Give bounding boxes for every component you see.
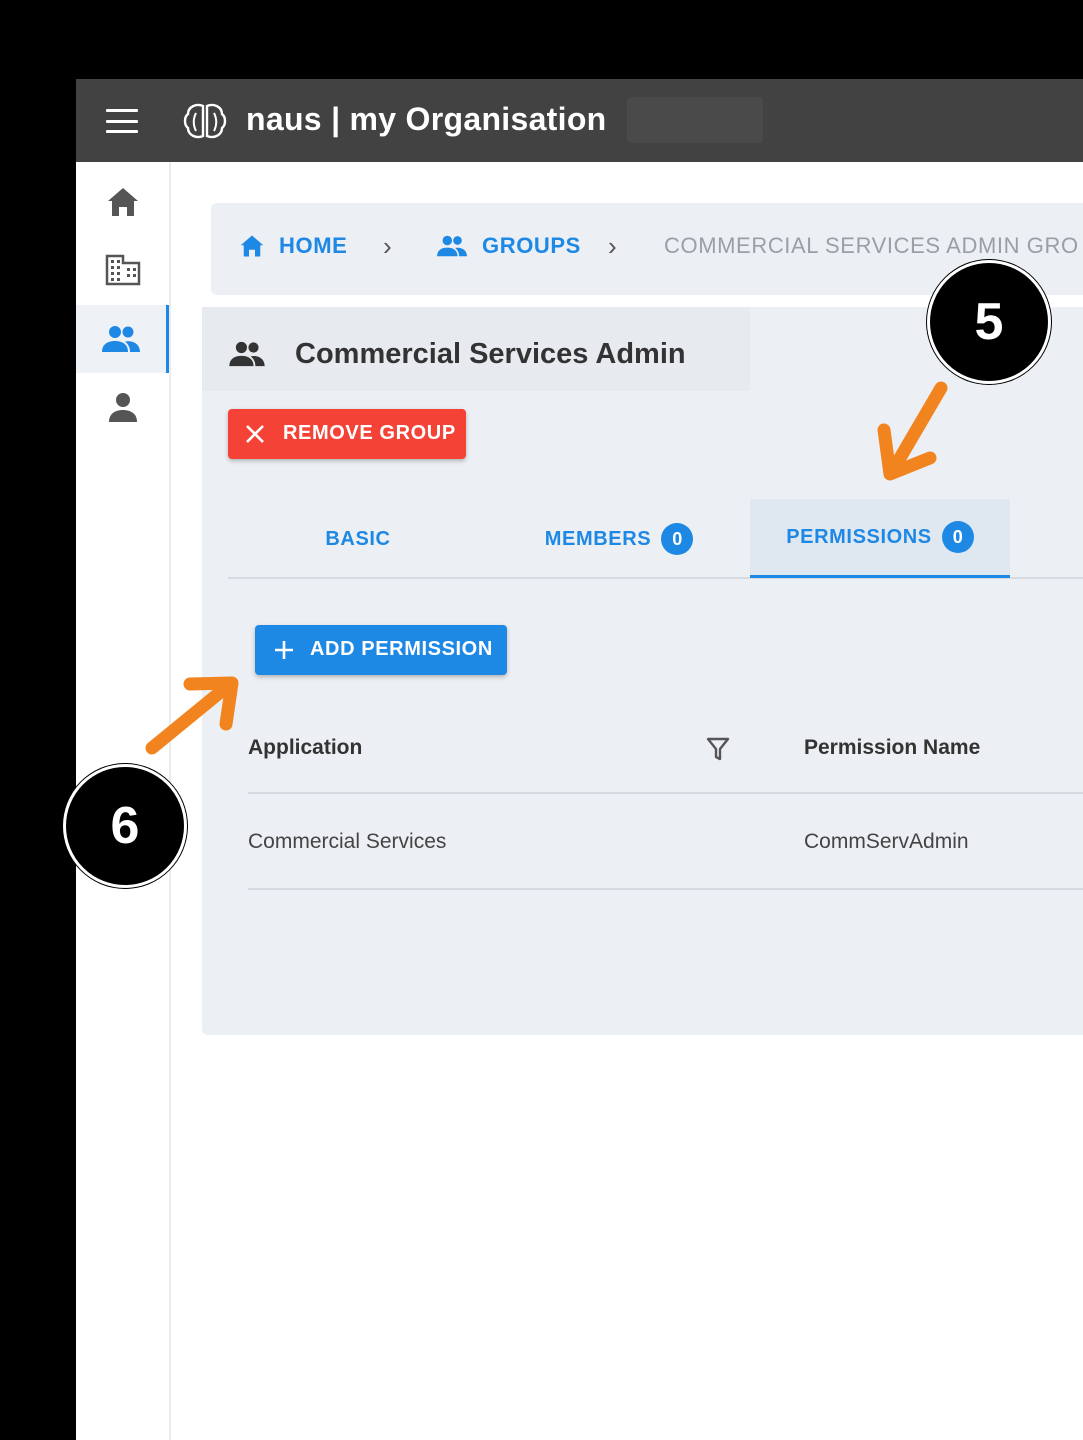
annotation-arrows <box>145 381 948 755</box>
arrow-to-permissions-tab <box>877 381 948 481</box>
annotation-step-6: 6 <box>63 764 187 888</box>
device-frame: naus | my Organisation HOME › GROUPS › C… <box>0 0 1083 1440</box>
arrow-to-add-permission <box>145 676 239 755</box>
annotation-step-5: 5 <box>927 260 1051 384</box>
